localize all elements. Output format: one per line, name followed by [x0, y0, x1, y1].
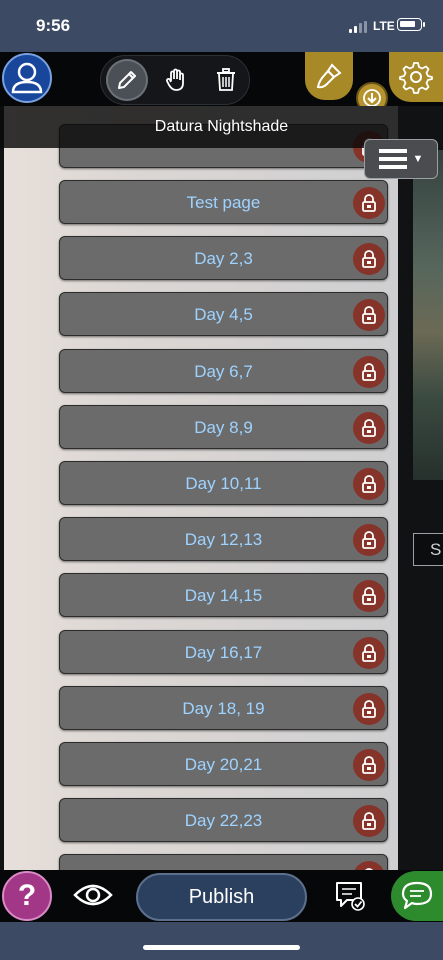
comment-check-icon — [336, 882, 365, 911]
status-time: 9:56 — [36, 16, 71, 35]
page-item[interactable]: Day 4,5 — [59, 292, 388, 337]
page-item[interactable]: Day 22,23 — [59, 798, 388, 843]
page-item-label: Test page — [186, 193, 261, 212]
page-item-label: Day 14,15 — [184, 586, 263, 606]
lock-icon[interactable] — [353, 468, 385, 500]
lock-icon[interactable] — [353, 580, 385, 613]
pencil-icon — [118, 71, 136, 89]
edit-tool-button[interactable] — [106, 59, 148, 101]
settings-button[interactable] — [389, 52, 443, 102]
help-button[interactable]: ? — [2, 871, 52, 921]
lock-icon[interactable] — [353, 805, 385, 838]
help-label: ? — [17, 879, 37, 912]
download-arrow-icon — [363, 89, 381, 107]
trash-icon — [217, 68, 235, 91]
lock-icon[interactable] — [353, 355, 385, 388]
page-item[interactable]: Day 10,11 — [59, 461, 388, 505]
lock-icon[interactable] — [353, 243, 385, 276]
status-bar: 9:56 LTE — [0, 0, 443, 52]
lock-icon[interactable] — [353, 411, 385, 444]
review-button[interactable] — [332, 878, 368, 914]
theme-brush-button[interactable] — [305, 52, 353, 100]
gear-icon — [399, 62, 433, 94]
lock-icon[interactable] — [353, 187, 385, 219]
page-item[interactable]: Day 8,9 — [59, 404, 388, 449]
page-item-label: Day 6,7 — [194, 361, 253, 381]
battery-icon — [397, 18, 425, 31]
profile-button[interactable] — [2, 53, 52, 103]
lock-icon[interactable] — [353, 692, 385, 725]
page-title: Datura Nightshade — [154, 118, 289, 135]
chat-button[interactable] — [391, 871, 443, 921]
page-item-label: Day 16,17 — [184, 642, 263, 662]
page-item[interactable]: Day 12,13 — [59, 517, 388, 562]
page-item-label: Day 20,21 — [184, 755, 263, 774]
lock-icon[interactable] — [353, 861, 385, 870]
page-canvas[interactable]: S Test page Day 2,3 Day 4,5 Day 6,7 Day 8,9 D… — [0, 106, 443, 870]
speech-bubble-icon — [401, 881, 433, 910]
page-item[interactable]: Day 2,3 — [59, 236, 388, 281]
page-item-partial[interactable] — [59, 854, 388, 870]
home-indicator[interactable] — [143, 945, 300, 950]
user-icon — [11, 62, 43, 94]
page-item[interactable]: Day 18, 19 — [59, 685, 388, 730]
page-item-label: Day 10,11 — [185, 474, 262, 493]
lock-icon[interactable] — [353, 636, 385, 669]
page-item-label: Day 22,23 — [184, 811, 263, 831]
background-image-preview — [413, 150, 443, 480]
paintbrush-icon — [316, 63, 342, 89]
page-item[interactable]: Day 16,17 — [59, 629, 388, 674]
menu-dropdown-button[interactable]: ▼ — [364, 139, 438, 179]
lock-icon[interactable] — [353, 524, 385, 557]
right-partial-label: S — [430, 540, 442, 559]
lock-icon[interactable] — [353, 299, 385, 332]
network-type: LTE — [373, 19, 395, 33]
page-item-label: Day 18, 19 — [182, 698, 265, 718]
cellular-signal-icon — [349, 21, 369, 33]
lock-icon[interactable] — [353, 749, 385, 781]
page-item[interactable]: Day 20,21 — [59, 742, 388, 786]
move-tool-button[interactable] — [156, 59, 198, 101]
caret-down-icon: ▼ — [412, 153, 424, 165]
delete-tool-button[interactable] — [205, 59, 247, 101]
edit-mode-toolbar — [100, 55, 250, 105]
page-item-label: Day 12,13 — [184, 530, 263, 550]
page-item-label: Day 8,9 — [194, 417, 253, 437]
page-item[interactable]: Day 14,15 — [59, 573, 388, 618]
publish-button[interactable]: Publish — [136, 873, 307, 921]
hand-icon — [166, 68, 184, 91]
page-item-label: Day 2,3 — [194, 249, 253, 269]
preview-button[interactable] — [72, 877, 114, 913]
right-partial-button[interactable]: S — [413, 533, 443, 566]
home-area — [0, 922, 443, 960]
eye-icon — [73, 884, 113, 906]
hamburger-menu-icon — [378, 149, 407, 169]
page-item-label: Day 4,5 — [194, 305, 253, 325]
page-item[interactable]: Test page — [59, 180, 388, 224]
page-item[interactable]: Day 6,7 — [59, 348, 388, 393]
